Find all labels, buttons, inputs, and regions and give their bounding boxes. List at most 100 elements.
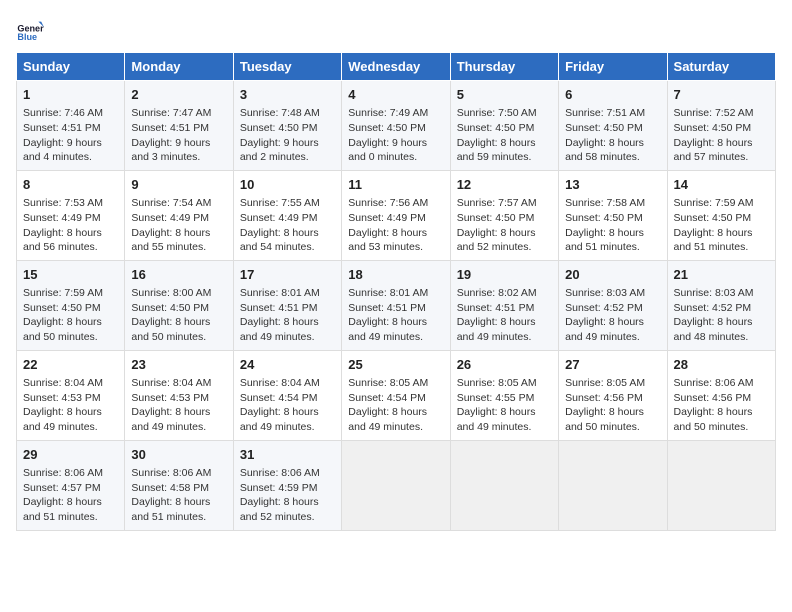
day-number: 5: [457, 86, 552, 104]
daylight-text: Daylight: 8 hours and 56 minutes.: [23, 226, 118, 255]
daylight-text: Daylight: 8 hours and 57 minutes.: [674, 136, 769, 165]
calendar-cell: 28Sunrise: 8:06 AMSunset: 4:56 PMDayligh…: [667, 350, 775, 440]
daylight-text: Daylight: 8 hours and 51 minutes.: [565, 226, 660, 255]
sunrise-text: Sunrise: 7:59 AM: [23, 286, 118, 301]
daylight-text: Daylight: 8 hours and 49 minutes.: [240, 315, 335, 344]
calendar-week-row: 8Sunrise: 7:53 AMSunset: 4:49 PMDaylight…: [17, 170, 776, 260]
sunset-text: Sunset: 4:53 PM: [23, 391, 118, 406]
sunrise-text: Sunrise: 7:51 AM: [565, 106, 660, 121]
day-number: 21: [674, 266, 769, 284]
calendar-cell: 14Sunrise: 7:59 AMSunset: 4:50 PMDayligh…: [667, 170, 775, 260]
calendar-cell: 29Sunrise: 8:06 AMSunset: 4:57 PMDayligh…: [17, 440, 125, 530]
daylight-text: Daylight: 8 hours and 49 minutes.: [565, 315, 660, 344]
calendar-cell: 19 Sunrise: 8:02 AMSunset: 4:51 PMDayligh…: [450, 260, 558, 350]
day-number: 28: [674, 356, 769, 374]
calendar-week-row: 15Sunrise: 7:59 AMSunset: 4:50 PMDayligh…: [17, 260, 776, 350]
daylight-text: Daylight: 8 hours and 49 minutes.: [348, 315, 443, 344]
sunrise-text: Sunrise: 7:56 AM: [348, 196, 443, 211]
sunrise-text: Sunrise: 8:05 AM: [565, 376, 660, 391]
sunset-text: Sunset: 4:50 PM: [457, 211, 552, 226]
calendar-cell: 8Sunrise: 7:53 AMSunset: 4:49 PMDaylight…: [17, 170, 125, 260]
day-number: 16: [131, 266, 226, 284]
day-number: 7: [674, 86, 769, 104]
sunrise-text: Sunrise: 8:02 AM: [457, 286, 552, 301]
sunset-text: Sunset: 4:54 PM: [348, 391, 443, 406]
sunset-text: Sunset: 4:51 PM: [131, 121, 226, 136]
sunset-text: Sunset: 4:50 PM: [565, 121, 660, 136]
calendar-week-row: 22Sunrise: 8:04 AMSunset: 4:53 PMDayligh…: [17, 350, 776, 440]
day-number: 12: [457, 176, 552, 194]
day-of-week-header: Monday: [125, 53, 233, 81]
day-number: 1: [23, 86, 118, 104]
daylight-text: Daylight: 9 hours and 2 minutes.: [240, 136, 335, 165]
sunrise-text: Sunrise: 8:06 AM: [23, 466, 118, 481]
calendar-cell: [450, 440, 558, 530]
daylight-text: Daylight: 8 hours and 51 minutes.: [674, 226, 769, 255]
day-number: 17: [240, 266, 335, 284]
daylight-text: Daylight: 8 hours and 49 minutes.: [240, 405, 335, 434]
daylight-text: Daylight: 8 hours and 49 minutes.: [457, 405, 552, 434]
daylight-text: Daylight: 9 hours and 4 minutes.: [23, 136, 118, 165]
day-number: 18: [348, 266, 443, 284]
sunrise-text: Sunrise: 8:00 AM: [131, 286, 226, 301]
sunset-text: Sunset: 4:50 PM: [131, 301, 226, 316]
sunset-text: Sunset: 4:51 PM: [348, 301, 443, 316]
calendar-cell: 25Sunrise: 8:05 AMSunset: 4:54 PMDayligh…: [342, 350, 450, 440]
day-number: 27: [565, 356, 660, 374]
calendar-cell: 15Sunrise: 7:59 AMSunset: 4:50 PMDayligh…: [17, 260, 125, 350]
daylight-text: Daylight: 8 hours and 52 minutes.: [240, 495, 335, 524]
daylight-text: Daylight: 8 hours and 54 minutes.: [240, 226, 335, 255]
sunrise-text: Sunrise: 8:06 AM: [674, 376, 769, 391]
day-number: 19: [457, 266, 552, 284]
daylight-text: Daylight: 8 hours and 53 minutes.: [348, 226, 443, 255]
sunset-text: Sunset: 4:52 PM: [674, 301, 769, 316]
day-of-week-header: Thursday: [450, 53, 558, 81]
calendar-cell: 3Sunrise: 7:48 AMSunset: 4:50 PMDaylight…: [233, 81, 341, 171]
daylight-text: Daylight: 8 hours and 50 minutes.: [674, 405, 769, 434]
sunset-text: Sunset: 4:50 PM: [457, 121, 552, 136]
day-number: 20: [565, 266, 660, 284]
daylight-text: Daylight: 8 hours and 49 minutes.: [348, 405, 443, 434]
day-number: 13: [565, 176, 660, 194]
sunset-text: Sunset: 4:51 PM: [23, 121, 118, 136]
daylight-text: Daylight: 8 hours and 50 minutes.: [565, 405, 660, 434]
day-number: 14: [674, 176, 769, 194]
sunrise-text: Sunrise: 7:58 AM: [565, 196, 660, 211]
calendar-cell: 31Sunrise: 8:06 AMSunset: 4:59 PMDayligh…: [233, 440, 341, 530]
sunrise-text: Sunrise: 7:52 AM: [674, 106, 769, 121]
calendar-cell: 23Sunrise: 8:04 AMSunset: 4:53 PMDayligh…: [125, 350, 233, 440]
daylight-text: Daylight: 8 hours and 49 minutes.: [457, 315, 552, 344]
sunrise-text: Sunrise: 8:06 AM: [240, 466, 335, 481]
calendar-table: SundayMondayTuesdayWednesdayThursdayFrid…: [16, 52, 776, 531]
day-number: 30: [131, 446, 226, 464]
sunrise-text: Sunrise: 7:55 AM: [240, 196, 335, 211]
sunset-text: Sunset: 4:49 PM: [23, 211, 118, 226]
calendar-week-row: 1Sunrise: 7:46 AMSunset: 4:51 PMDaylight…: [17, 81, 776, 171]
day-of-week-header: Friday: [559, 53, 667, 81]
sunrise-text: Sunrise: 8:06 AM: [131, 466, 226, 481]
sunrise-text: Sunrise: 8:04 AM: [131, 376, 226, 391]
daylight-text: Daylight: 8 hours and 48 minutes.: [674, 315, 769, 344]
sunrise-text: Sunrise: 7:49 AM: [348, 106, 443, 121]
sunset-text: Sunset: 4:49 PM: [240, 211, 335, 226]
sunset-text: Sunset: 4:55 PM: [457, 391, 552, 406]
calendar-cell: 20Sunrise: 8:03 AMSunset: 4:52 PMDayligh…: [559, 260, 667, 350]
svg-text:Blue: Blue: [17, 32, 37, 42]
calendar-cell: 5Sunrise: 7:50 AMSunset: 4:50 PMDaylight…: [450, 81, 558, 171]
day-number: 24: [240, 356, 335, 374]
daylight-text: Daylight: 8 hours and 49 minutes.: [131, 405, 226, 434]
day-number: 2: [131, 86, 226, 104]
sunrise-text: Sunrise: 8:04 AM: [23, 376, 118, 391]
sunset-text: Sunset: 4:54 PM: [240, 391, 335, 406]
sunrise-text: Sunrise: 7:54 AM: [131, 196, 226, 211]
calendar-header: SundayMondayTuesdayWednesdayThursdayFrid…: [17, 53, 776, 81]
calendar-cell: [559, 440, 667, 530]
day-of-week-header: Tuesday: [233, 53, 341, 81]
sunrise-text: Sunrise: 7:57 AM: [457, 196, 552, 211]
page-header: General Blue: [16, 16, 776, 44]
daylight-text: Daylight: 8 hours and 51 minutes.: [23, 495, 118, 524]
sunset-text: Sunset: 4:51 PM: [457, 301, 552, 316]
day-number: 11: [348, 176, 443, 194]
day-of-week-header: Saturday: [667, 53, 775, 81]
logo-icon: General Blue: [16, 16, 44, 44]
